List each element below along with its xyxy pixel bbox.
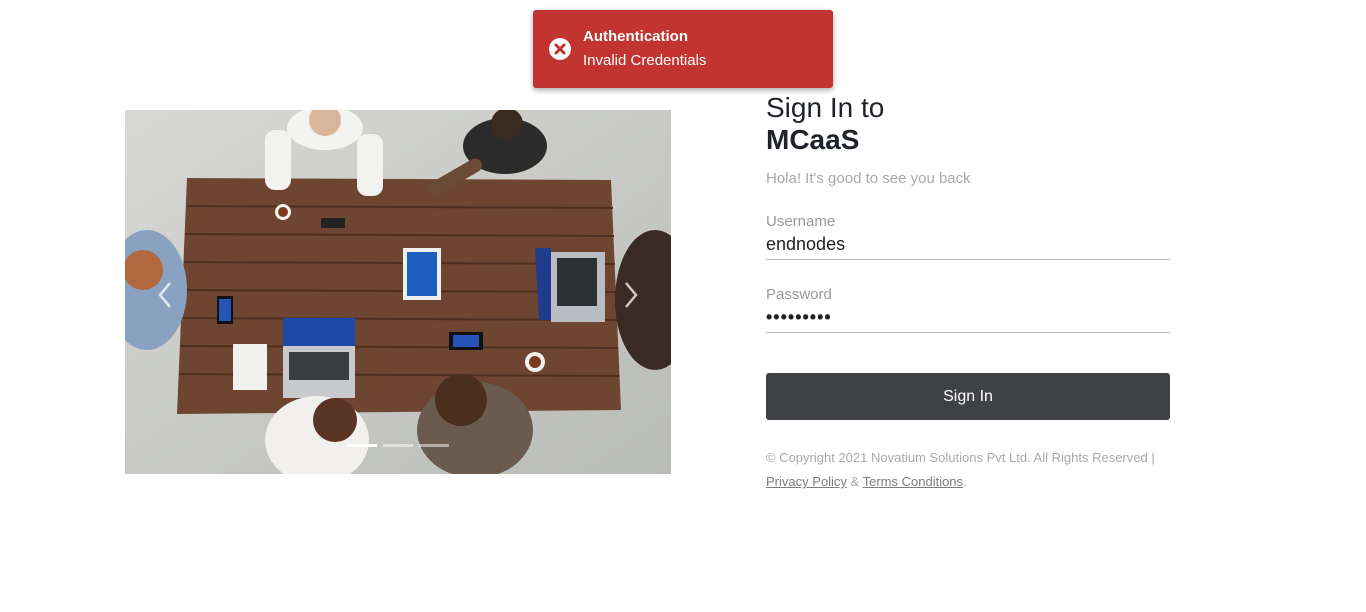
username-input[interactable]: endnodes: [766, 230, 1170, 260]
toast-title: Authentication: [583, 28, 688, 45]
copyright-text: © Copyright 2021 Novatium Solutions Pvt …: [766, 450, 1155, 465]
password-input[interactable]: •••••••••: [766, 303, 1170, 333]
image-carousel[interactable]: [125, 110, 671, 474]
carousel-indicator-3[interactable]: [419, 444, 449, 447]
error-toast[interactable]: Authentication Invalid Credentials: [533, 10, 833, 88]
password-field: Password •••••••••: [766, 286, 1170, 333]
username-label: Username: [766, 213, 836, 230]
password-label: Password: [766, 286, 832, 303]
title-app-name: MCaaS: [766, 124, 860, 155]
login-form: Sign In to MCaaS Hola! It's good to see …: [766, 92, 1170, 494]
terms-conditions-link[interactable]: Terms Conditions: [863, 474, 963, 489]
toast-message: Invalid Credentials: [583, 52, 707, 69]
username-field: Username endnodes: [766, 213, 1170, 260]
meeting-photo: [125, 110, 671, 474]
carousel-indicator-2[interactable]: [383, 444, 413, 447]
privacy-policy-link[interactable]: Privacy Policy: [766, 474, 847, 489]
error-circle-icon: [549, 38, 571, 60]
title-line-1: Sign In to: [766, 92, 885, 123]
sign-in-button[interactable]: Sign In: [766, 373, 1170, 420]
page-title: Sign In to MCaaS: [766, 92, 1170, 156]
carousel-indicators: [347, 444, 449, 447]
footer-end: .: [963, 474, 967, 489]
footer-separator: &: [850, 474, 860, 489]
carousel-indicator-1[interactable]: [347, 444, 377, 447]
login-page: Authentication Invalid Credentials Sign …: [0, 0, 1366, 612]
footer: © Copyright 2021 Novatium Solutions Pvt …: [766, 446, 1170, 494]
chevron-right-icon[interactable]: [621, 280, 641, 310]
page-subtitle: Hola! It's good to see you back: [766, 170, 971, 187]
chevron-left-icon[interactable]: [155, 280, 175, 310]
